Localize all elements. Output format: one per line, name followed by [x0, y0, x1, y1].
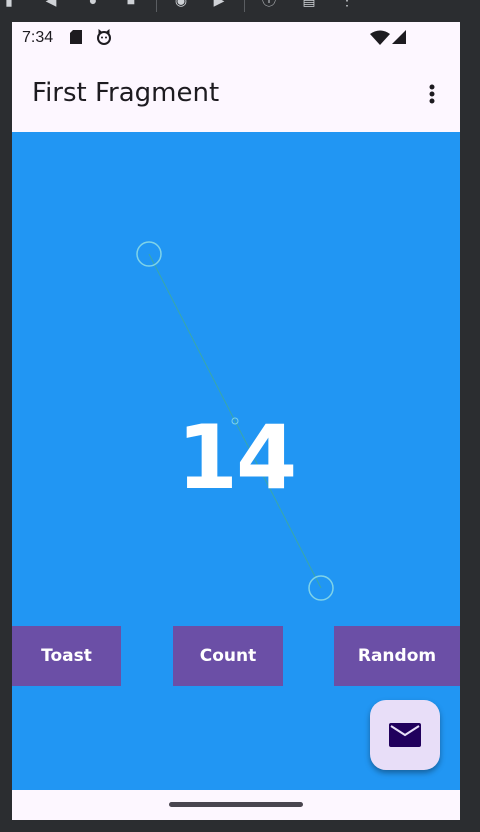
sd-card-icon: [70, 30, 82, 44]
count-text: 14: [176, 406, 297, 509]
toast-button[interactable]: Toast: [12, 626, 121, 686]
page-title: First Fragment: [32, 78, 220, 108]
overflow-menu-button[interactable]: [418, 76, 446, 112]
info-tool-icon[interactable]: ⓘ: [260, 0, 278, 8]
phone-screen: 7:34 First Fragment 14 Toast Count Rando…: [12, 22, 460, 820]
email-fab-button[interactable]: [370, 700, 440, 770]
gesture-handle[interactable]: [169, 802, 303, 807]
status-time: 7:34: [22, 29, 54, 46]
email-icon: [389, 723, 421, 747]
device-tool-icon[interactable]: ▤: [300, 0, 318, 8]
random-button[interactable]: Random: [334, 626, 460, 686]
back-tool-icon[interactable]: ◀: [42, 0, 60, 8]
record-tool-icon[interactable]: ▶: [210, 0, 228, 8]
app-bar: First Fragment: [12, 54, 460, 132]
cat-icon: [97, 29, 111, 45]
emulator-toolbar: ▮ ◀ ● ■ ◉ ▶ ⓘ ▤ ⋮: [0, 0, 480, 20]
count-button[interactable]: Count: [173, 626, 283, 686]
status-bar: 7:34: [12, 22, 460, 54]
emulator-tool-icon[interactable]: ▮: [0, 0, 18, 8]
signal-icon: [392, 30, 406, 44]
more-tool-icon[interactable]: ⋮: [338, 0, 356, 8]
screenshot-tool-icon[interactable]: ◉: [172, 0, 190, 8]
overview-tool-icon[interactable]: ■: [122, 0, 140, 8]
wifi-icon: [370, 30, 390, 45]
more-vert-icon: [429, 84, 435, 104]
home-tool-icon[interactable]: ●: [84, 0, 102, 8]
main-content: 14 Toast Count Random: [12, 132, 460, 790]
navigation-bar: [12, 790, 460, 820]
